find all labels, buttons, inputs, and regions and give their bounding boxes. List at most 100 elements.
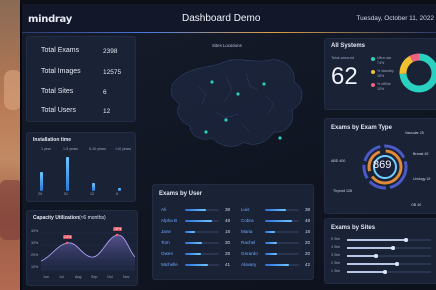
user-list-left: Ali 38 Alpha B 48 Jane 18 Tom 30 Owen 28 Michelle 4… xyxy=(161,207,237,277)
user-count: 48 xyxy=(305,218,311,223)
legend-swatch xyxy=(371,83,375,87)
user-row[interactable]: Tom 30 xyxy=(161,240,233,246)
user-name: Ali xyxy=(161,207,167,212)
user-row[interactable]: Alavary 42 xyxy=(241,262,313,268)
x-tick: Jul xyxy=(59,275,64,279)
user-bar-track xyxy=(265,264,299,267)
site-row[interactable]: 5 Site xyxy=(331,237,431,243)
legend-name: % standby xyxy=(377,69,394,73)
site-row[interactable]: 4 Site xyxy=(331,245,431,251)
exams-by-type-panel: Exams by Exam Type 869 Vascular 25 Breas… xyxy=(324,118,436,214)
y-tick: 40% xyxy=(31,229,39,233)
site-fill xyxy=(347,271,385,273)
panel-title: Exams by User xyxy=(159,191,203,197)
user-row[interactable]: Rachel 20 xyxy=(241,240,313,246)
user-bar-fill xyxy=(185,209,206,212)
user-bar-track xyxy=(185,253,219,256)
user-name: Cobra xyxy=(241,218,254,223)
user-bar-track xyxy=(185,242,219,245)
stat-label: Total Exams xyxy=(41,47,80,54)
stat-label: Total Users xyxy=(41,107,77,114)
type-name: Thyroid xyxy=(333,189,345,193)
user-name: Gerardo xyxy=(241,251,258,256)
user-row[interactable]: Luis 38 xyxy=(241,207,313,213)
site-label: 4 Site xyxy=(331,245,341,249)
legend-item: 1 year xyxy=(41,147,51,151)
stat-value: 12575 xyxy=(103,69,122,76)
x-tick: Oct xyxy=(107,275,113,279)
panel-title: Installation time xyxy=(33,137,72,143)
user-name: Owen xyxy=(161,251,174,256)
user-row[interactable]: Michelle 41 xyxy=(161,262,233,268)
user-row[interactable]: Owen 28 xyxy=(161,251,233,257)
user-bar-track xyxy=(265,253,299,256)
user-row[interactable]: Ali 38 xyxy=(161,207,233,213)
site-row[interactable]: 1 Site xyxy=(331,269,431,275)
systems-donut-chart xyxy=(399,53,436,93)
installation-bar xyxy=(40,172,43,191)
site-track xyxy=(347,254,431,258)
user-name: Luis xyxy=(241,207,250,212)
x-tick: Sep xyxy=(91,275,98,279)
site-row[interactable]: 2 Site xyxy=(331,261,431,267)
site-row[interactable]: 3 Site xyxy=(331,253,431,259)
site-fill xyxy=(347,239,406,241)
user-row[interactable]: Gerardo 20 xyxy=(241,251,313,257)
site-slider-knob[interactable] xyxy=(383,270,387,274)
bar-label: 51 xyxy=(64,192,68,196)
legend-name: Ultra use xyxy=(377,56,392,60)
panel-title: Exams by Sites xyxy=(331,225,376,231)
stat-label: Total Sites xyxy=(41,88,74,95)
stat-value: 2398 xyxy=(103,48,118,55)
user-count: 20 xyxy=(305,251,311,256)
type-value: 40 xyxy=(417,203,422,207)
site-slider-knob[interactable] xyxy=(404,238,408,242)
y-tick: 20% xyxy=(31,253,39,257)
capacity-tag-a: 24% xyxy=(63,235,73,239)
user-count: 20 xyxy=(305,240,311,245)
user-row[interactable]: Cobra 48 xyxy=(241,218,313,224)
legend-swatch xyxy=(371,70,375,74)
legend-pct: 74% xyxy=(377,61,385,65)
type-name: ABD xyxy=(331,159,339,163)
user-row[interactable]: Maria 18 xyxy=(241,229,313,235)
stat-value: 12 xyxy=(103,108,111,115)
site-slider-list: 5 Site 4 Site 3 Site 2 Site 1 Site xyxy=(325,237,436,283)
user-bar-fill xyxy=(185,220,212,223)
installation-bar xyxy=(118,188,121,191)
user-count: 38 xyxy=(305,207,311,212)
site-slider-knob[interactable] xyxy=(374,254,378,258)
site-track xyxy=(347,270,431,274)
user-name: Tom xyxy=(161,240,170,245)
x-tick: Aug xyxy=(75,275,82,279)
y-tick: 10% xyxy=(31,265,39,269)
user-bar-fill xyxy=(185,264,208,267)
user-row[interactable]: Alpha B 48 xyxy=(161,218,233,224)
site-slider-knob[interactable] xyxy=(395,262,399,266)
legend-name: % offline xyxy=(377,82,391,86)
user-bar-fill xyxy=(265,220,292,223)
user-count: 38 xyxy=(225,207,231,212)
legend-item: 1-5 years xyxy=(63,147,78,151)
panel-title: Exams by Exam Type xyxy=(331,125,392,131)
user-bar-track xyxy=(265,220,299,223)
site-slider-knob[interactable] xyxy=(391,246,395,250)
map-icon xyxy=(170,59,303,147)
user-count: 41 xyxy=(225,262,231,267)
user-list-right: Luis 38 Cobra 48 Maria 18 Rachel 20 Gerardo 20 Ala… xyxy=(241,207,317,277)
site-fill xyxy=(347,247,393,249)
user-bar-fill xyxy=(265,242,277,245)
type-value: 45 xyxy=(424,152,429,156)
legend-item: >10 years xyxy=(115,147,131,151)
x-tick: Jun xyxy=(43,275,49,279)
user-bar-track xyxy=(185,220,219,223)
user-row[interactable]: Jane 18 xyxy=(161,229,233,235)
bar-label: 12 xyxy=(90,192,94,196)
user-bar-track xyxy=(265,231,299,234)
user-bar-track xyxy=(265,209,299,212)
user-bar-fill xyxy=(265,264,289,267)
sites-map-area[interactable]: Sites Locations xyxy=(146,38,318,176)
site-track xyxy=(347,246,431,250)
all-systems-panel: All Systems Total amount 62 Ultra use 74… xyxy=(324,38,436,110)
bar-label: 5 xyxy=(116,192,118,196)
